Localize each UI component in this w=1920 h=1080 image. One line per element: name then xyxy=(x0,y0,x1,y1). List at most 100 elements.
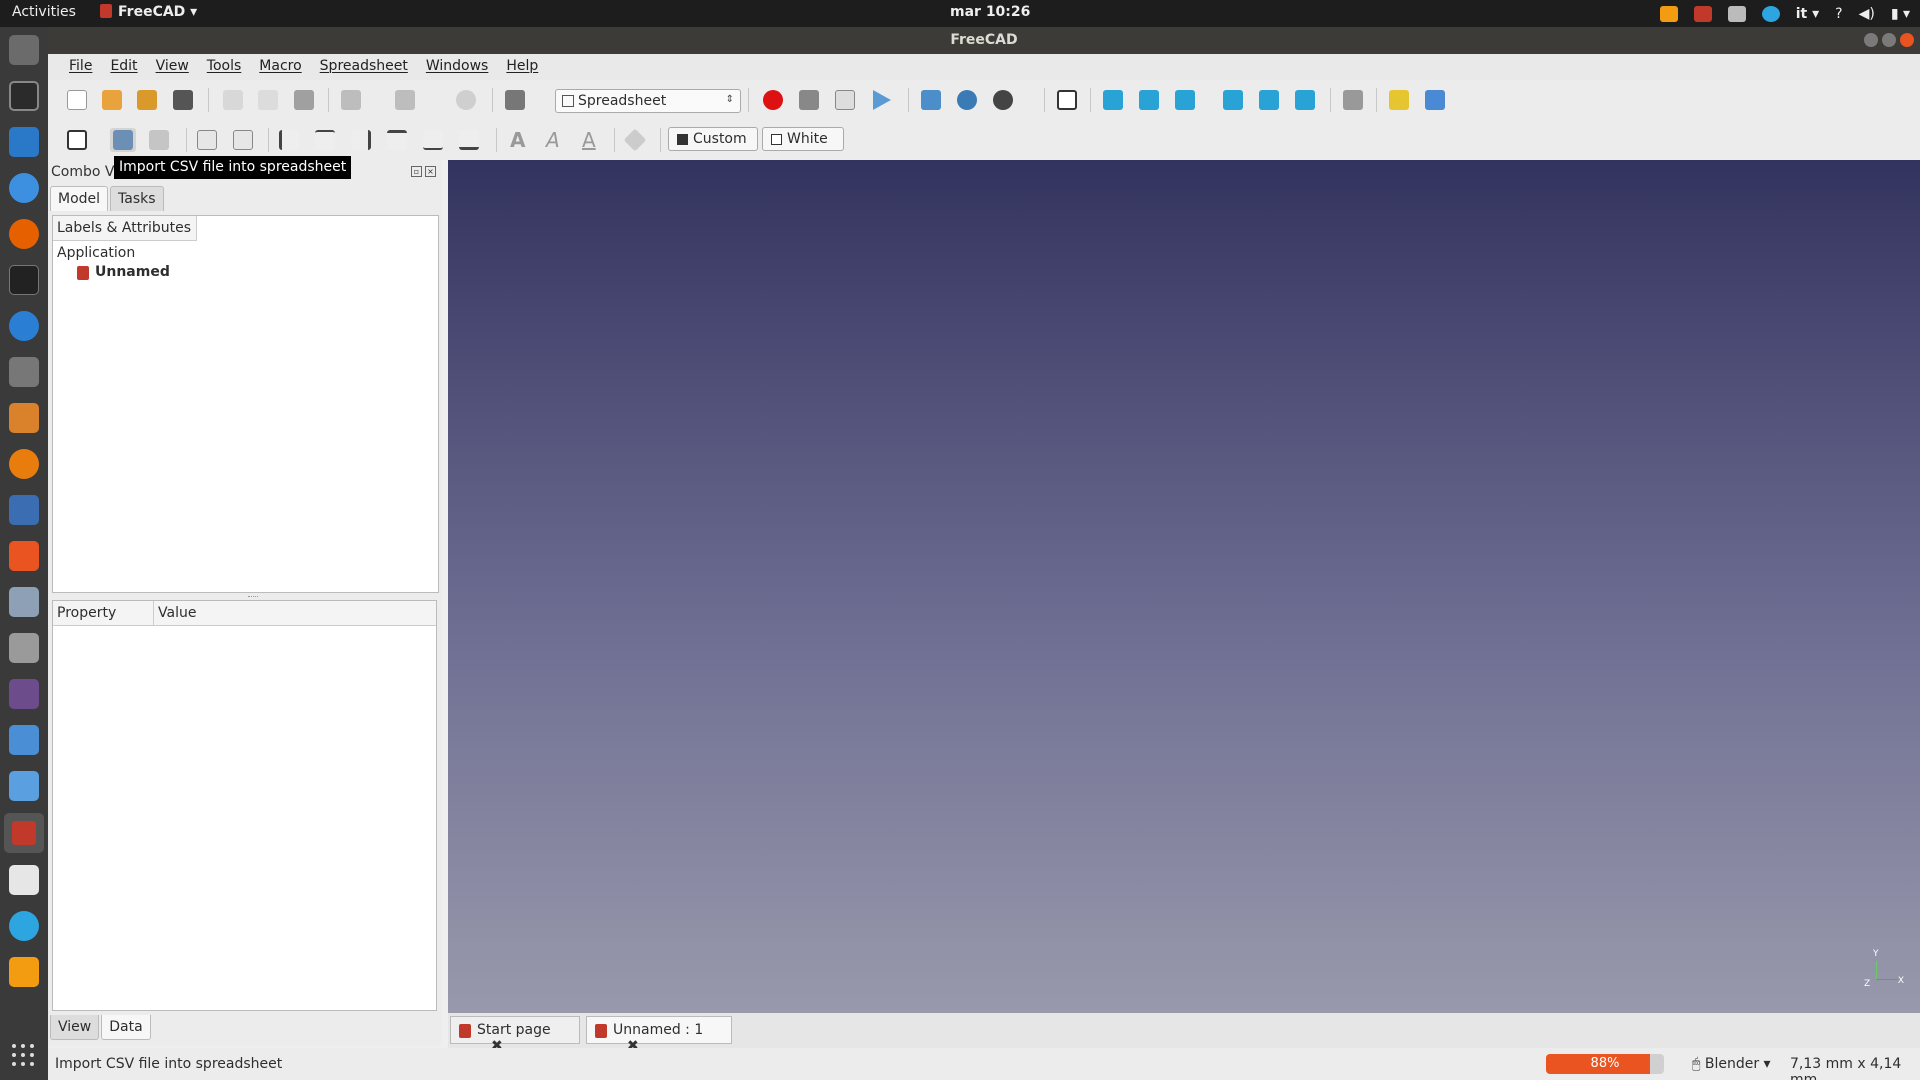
virtualbox-app-icon[interactable] xyxy=(9,771,39,801)
tools-app-icon[interactable] xyxy=(9,587,39,617)
screen-recorder-icon[interactable] xyxy=(1693,6,1712,22)
align-bottom-button[interactable] xyxy=(456,128,482,152)
undo-button[interactable] xyxy=(338,88,364,112)
volume-icon[interactable]: ◀) xyxy=(1859,6,1875,22)
app-menu[interactable]: FreeCAD ▾ xyxy=(100,4,197,20)
macro-stop-button[interactable] xyxy=(796,88,822,112)
workbench-selector[interactable]: Spreadsheet ⇕ xyxy=(555,89,741,113)
close-icon[interactable]: × xyxy=(425,166,436,177)
menu-view[interactable]: View xyxy=(147,54,198,80)
whats-this-button[interactable] xyxy=(502,88,528,112)
import-csv-button[interactable] xyxy=(110,128,136,152)
open-button[interactable] xyxy=(99,88,125,112)
cut-button[interactable] xyxy=(220,88,246,112)
battery-icon[interactable]: ▮ ▾ xyxy=(1891,6,1910,22)
close-icon[interactable] xyxy=(1900,33,1914,47)
tab-unnamed[interactable]: Unnamed : 1 ✖ xyxy=(586,1016,732,1054)
view-front-button[interactable] xyxy=(1100,88,1126,112)
menu-tools[interactable]: Tools xyxy=(198,54,251,80)
tab-data[interactable]: Data xyxy=(101,1015,151,1040)
split-cell-button[interactable] xyxy=(230,128,256,152)
align-left-button[interactable] xyxy=(276,128,302,152)
document-tree[interactable]: Labels & Attributes Application Unnamed xyxy=(52,215,439,593)
tab-start-page[interactable]: Start page ✖ xyxy=(450,1016,580,1054)
writer-app-icon[interactable] xyxy=(9,127,39,157)
blender-app-icon[interactable] xyxy=(9,449,39,479)
new-document-button[interactable] xyxy=(64,88,90,112)
copy-button[interactable] xyxy=(255,88,281,112)
diagram-app-icon[interactable] xyxy=(9,403,39,433)
3d-view[interactable]: Y X Z xyxy=(448,160,1920,1013)
telegram-app-icon[interactable] xyxy=(9,911,39,941)
video-editor-icon[interactable] xyxy=(9,679,39,709)
underline-button[interactable]: A xyxy=(576,128,602,152)
create-part-button[interactable] xyxy=(1386,88,1412,112)
print-button[interactable] xyxy=(170,88,196,112)
merge-cells-button[interactable] xyxy=(194,128,220,152)
view-top-button[interactable] xyxy=(1136,88,1162,112)
create-spreadsheet-button[interactable] xyxy=(64,128,90,152)
view-axonometric-button[interactable] xyxy=(1054,88,1080,112)
view-right-button[interactable] xyxy=(1172,88,1198,112)
scanner-app-icon[interactable] xyxy=(9,495,39,525)
align-vcenter-button[interactable] xyxy=(420,128,446,152)
activities-button[interactable]: Activities xyxy=(12,4,76,20)
align-center-button[interactable] xyxy=(312,128,338,152)
clipboard-icon[interactable] xyxy=(1727,6,1746,22)
menu-windows[interactable]: Windows xyxy=(417,54,498,80)
navigation-style-selector[interactable]: 🖱 Blender ▾ xyxy=(1692,1056,1771,1072)
firefox-app-icon[interactable] xyxy=(9,219,39,249)
language-indicator[interactable]: it ▾ xyxy=(1796,6,1819,22)
menu-help[interactable]: Help xyxy=(497,54,547,80)
view-left-button[interactable] xyxy=(1292,88,1318,112)
tree-document-node[interactable]: Unnamed xyxy=(95,264,170,280)
telegram-tray-icon[interactable] xyxy=(1761,6,1780,22)
paste-button[interactable] xyxy=(291,88,317,112)
create-group-button[interactable] xyxy=(1422,88,1448,112)
freecad-dock-icon[interactable] xyxy=(4,813,44,853)
macro-edit-button[interactable] xyxy=(832,88,858,112)
menu-macro[interactable]: Macro xyxy=(250,54,310,80)
minimize-icon[interactable] xyxy=(1864,33,1878,47)
export-csv-button[interactable] xyxy=(146,128,172,152)
foreground-color-button[interactable]: Custom xyxy=(668,127,758,151)
draw-style-button[interactable] xyxy=(990,88,1016,112)
property-column-header[interactable]: Property xyxy=(57,605,116,621)
property-editor[interactable]: Property Value xyxy=(52,600,437,1011)
tree-column-header[interactable]: Labels & Attributes xyxy=(53,216,197,241)
transfer-app-icon[interactable] xyxy=(9,725,39,755)
camera-app-icon[interactable] xyxy=(9,633,39,663)
value-column-header[interactable]: Value xyxy=(153,601,196,626)
panel-splitter[interactable] xyxy=(248,596,258,598)
menu-spreadsheet[interactable]: Spreadsheet xyxy=(311,54,417,80)
clock[interactable]: mar 10:26 xyxy=(950,4,1030,20)
tab-view[interactable]: View xyxy=(50,1015,100,1040)
menu-edit[interactable]: Edit xyxy=(101,54,146,80)
italic-button[interactable]: A xyxy=(540,128,566,152)
set-alias-button[interactable] xyxy=(622,128,648,152)
fit-selection-button[interactable] xyxy=(954,88,980,112)
macro-record-button[interactable] xyxy=(760,88,786,112)
gimp-app-icon[interactable] xyxy=(9,357,39,387)
software-center-icon[interactable] xyxy=(9,541,39,571)
float-icon[interactable]: ▫ xyxy=(411,166,422,177)
align-top-button[interactable] xyxy=(384,128,410,152)
editor-app-icon[interactable] xyxy=(9,311,39,341)
align-right-button[interactable] xyxy=(348,128,374,152)
tab-tasks[interactable]: Tasks xyxy=(110,186,164,211)
measure-distance-button[interactable] xyxy=(1340,88,1366,112)
help-icon[interactable]: ? xyxy=(1835,6,1842,22)
inkscape-app-icon[interactable] xyxy=(9,81,39,111)
maximize-icon[interactable] xyxy=(1882,33,1896,47)
files-app-icon[interactable] xyxy=(9,35,39,65)
terminal-app-icon[interactable] xyxy=(9,265,39,295)
chromium-app-icon[interactable] xyxy=(9,173,39,203)
background-color-button[interactable]: White xyxy=(762,127,844,151)
tree-application-node[interactable]: Application xyxy=(57,245,135,261)
tab-model[interactable]: Model xyxy=(50,186,109,211)
redo-button[interactable] xyxy=(392,88,418,112)
show-applications-icon[interactable] xyxy=(12,1044,36,1068)
view-rear-button[interactable] xyxy=(1220,88,1246,112)
fit-all-button[interactable] xyxy=(918,88,944,112)
vlc-tray-icon[interactable] xyxy=(1659,6,1678,22)
